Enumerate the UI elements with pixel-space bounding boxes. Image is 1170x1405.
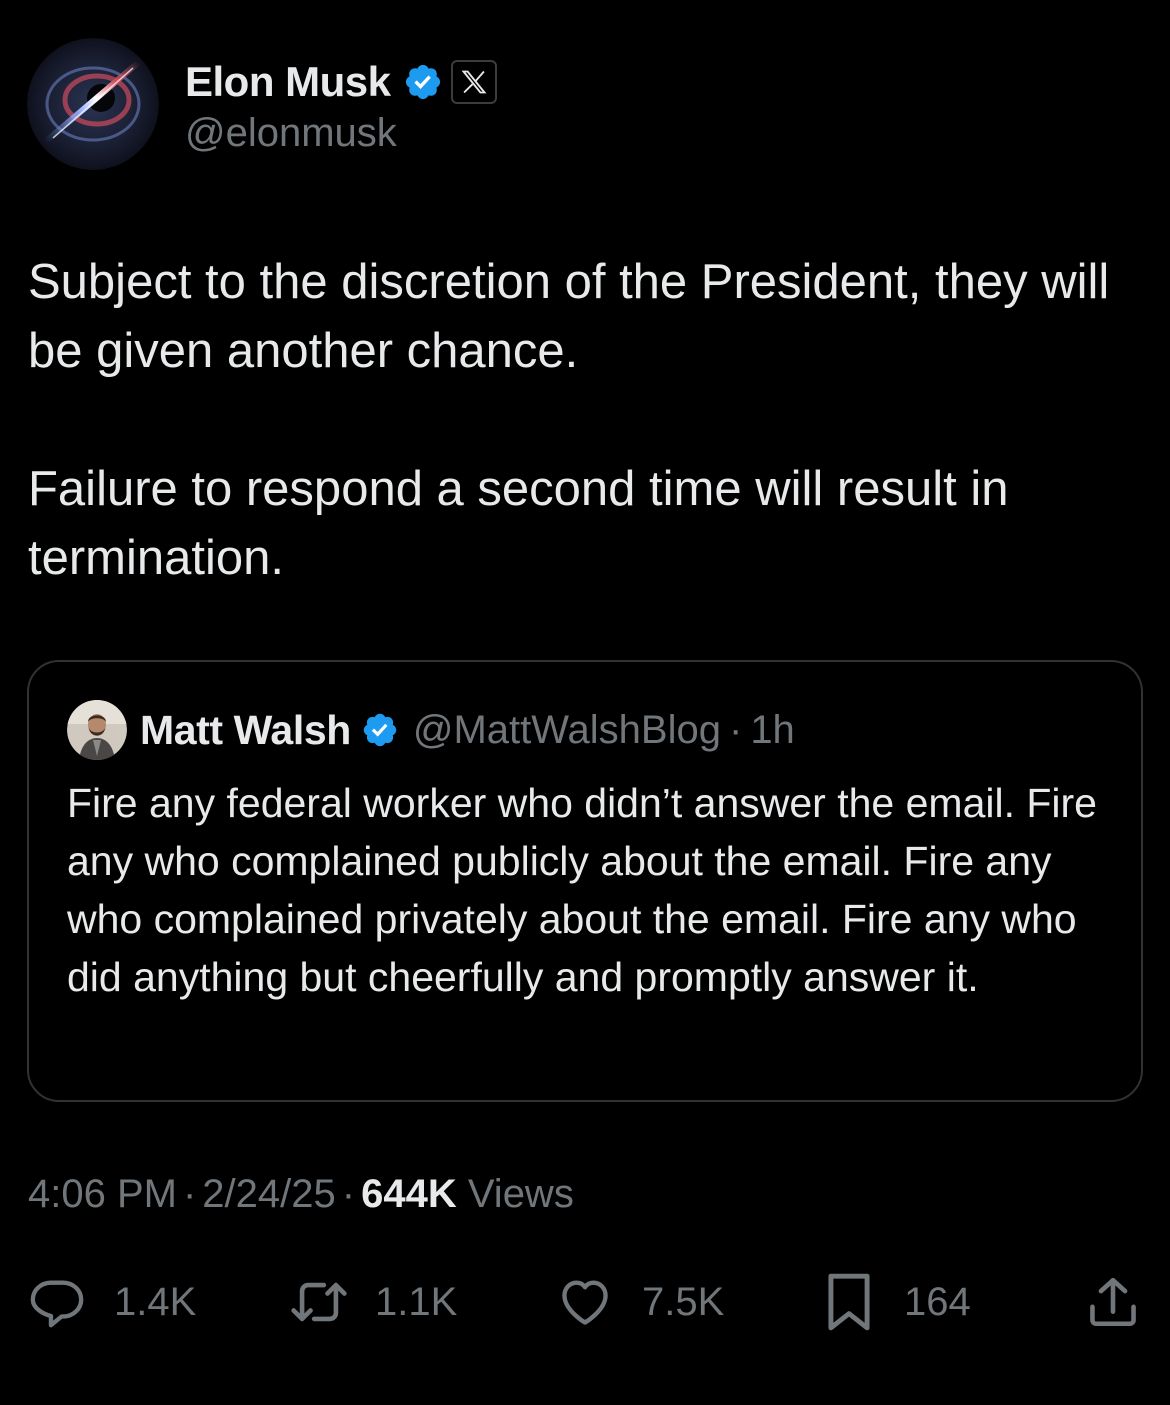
tweet-paragraph: Subject to the discretion of the Preside… <box>28 255 1110 378</box>
quoted-tweet-header: Matt Walsh @MattWalshBlog · 1h <box>67 700 795 760</box>
action-bar: 1.4K 1.1K 7.5K 164 <box>0 1270 1170 1334</box>
quoted-author-handle: @MattWalshBlog <box>412 707 721 752</box>
verified-badge-icon[interactable] <box>403 62 443 102</box>
reply-count: 1.4K <box>114 1279 197 1324</box>
like-count: 7.5K <box>642 1279 725 1324</box>
repost-button[interactable]: 1.1K <box>287 1270 457 1334</box>
separator-dot: · <box>728 707 743 752</box>
repost-icon <box>291 1282 347 1322</box>
tweet-text: Subject to the discretion of the Preside… <box>28 248 1138 593</box>
tweet-date[interactable]: 2/24/25 <box>202 1172 335 1216</box>
heart-icon <box>562 1280 608 1325</box>
views-count[interactable]: 644K <box>361 1172 457 1216</box>
author-handle[interactable]: @elonmusk <box>185 111 497 156</box>
tweet-time[interactable]: 4:06 PM <box>28 1172 177 1216</box>
x-logo-icon[interactable] <box>450 59 497 104</box>
repost-count: 1.1K <box>375 1279 458 1324</box>
share-icon <box>1090 1277 1136 1327</box>
bookmark-button[interactable]: 164 <box>822 1270 971 1334</box>
like-button[interactable]: 7.5K <box>556 1270 724 1334</box>
tweet-header: Elon Musk @elonmusk <box>27 38 497 170</box>
share-button[interactable] <box>1084 1270 1142 1334</box>
bookmark-count: 164 <box>904 1279 971 1324</box>
bookmark-icon <box>828 1273 870 1331</box>
separator-dot: · <box>182 1172 197 1216</box>
tweet-meta: 4:06 PM · 2/24/25 · 644K Views <box>28 1172 574 1217</box>
avatar[interactable] <box>27 38 159 170</box>
views-label: Views <box>467 1172 574 1216</box>
quoted-tweet[interactable]: Matt Walsh @MattWalshBlog · 1h Fire any … <box>27 660 1143 1102</box>
quoted-author-name: Matt Walsh <box>140 706 351 753</box>
reply-button[interactable]: 1.4K <box>28 1270 196 1334</box>
tweet: Elon Musk @elonmusk Subject to the discr… <box>0 0 1170 1405</box>
separator-dot: · <box>341 1172 356 1216</box>
name-row: Elon Musk <box>185 53 497 111</box>
quoted-tweet-text: Fire any federal worker who didn’t answe… <box>67 780 1097 1000</box>
verified-badge-icon <box>361 711 399 749</box>
quoted-avatar <box>67 700 127 760</box>
author-name[interactable]: Elon Musk <box>185 58 391 106</box>
quoted-timestamp: 1h <box>750 707 795 752</box>
reply-icon <box>30 1280 84 1328</box>
tweet-paragraph: Failure to respond a second time will re… <box>28 462 1009 585</box>
author-info: Elon Musk @elonmusk <box>185 53 497 156</box>
